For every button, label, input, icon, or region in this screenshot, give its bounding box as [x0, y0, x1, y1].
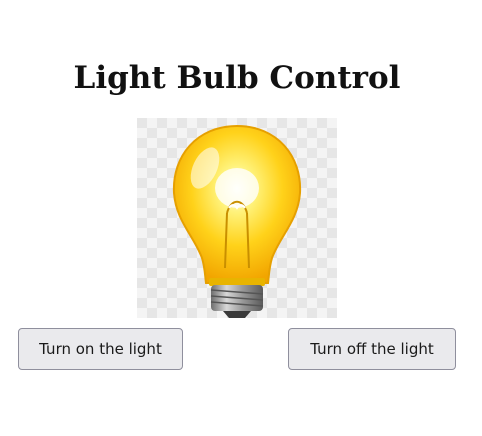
- turn-on-light-button[interactable]: Turn on the light: [18, 328, 183, 370]
- light-bulb-image: [137, 118, 337, 318]
- page-title: Light Bulb Control: [73, 60, 401, 96]
- turn-off-light-button[interactable]: Turn off the light: [288, 328, 456, 370]
- light-bulb-icon: [137, 118, 337, 318]
